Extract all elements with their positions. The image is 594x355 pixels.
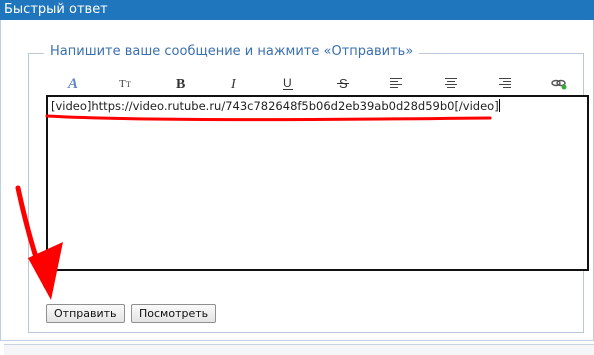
align-left-icon[interactable]: [385, 73, 407, 93]
insert-link-icon[interactable]: [548, 73, 570, 93]
fieldset-legend: Напишите ваше сообщение и нажмите «Отпра…: [44, 43, 420, 61]
underline-icon[interactable]: U: [277, 73, 299, 93]
editor-content: [video]https://video.rutube.ru/743c78264…: [51, 99, 499, 113]
bottom-divider: [4, 344, 594, 355]
svg-text:A: A: [67, 76, 78, 91]
svg-text:T: T: [126, 80, 131, 89]
italic-icon[interactable]: I: [223, 73, 245, 93]
align-center-icon[interactable]: [440, 73, 462, 93]
font-color-icon[interactable]: A: [62, 73, 84, 93]
svg-text:I: I: [230, 77, 237, 91]
header-title: Быстрый ответ: [4, 2, 108, 17]
svg-text:T: T: [119, 78, 126, 90]
svg-text:B: B: [176, 77, 185, 91]
strikethrough-icon[interactable]: S: [332, 73, 354, 93]
text-caret: [498, 99, 500, 112]
align-right-icon[interactable]: [494, 73, 516, 93]
message-textarea[interactable]: [video]https://video.rutube.ru/743c78264…: [46, 95, 589, 271]
preview-button[interactable]: Посмотреть: [131, 304, 217, 323]
svg-text:U: U: [283, 76, 292, 90]
submit-button[interactable]: Отправить: [46, 304, 125, 323]
bold-icon[interactable]: B: [170, 73, 192, 93]
font-size-icon[interactable]: TT: [115, 73, 137, 93]
quick-reply-header: Быстрый ответ: [0, 0, 594, 20]
